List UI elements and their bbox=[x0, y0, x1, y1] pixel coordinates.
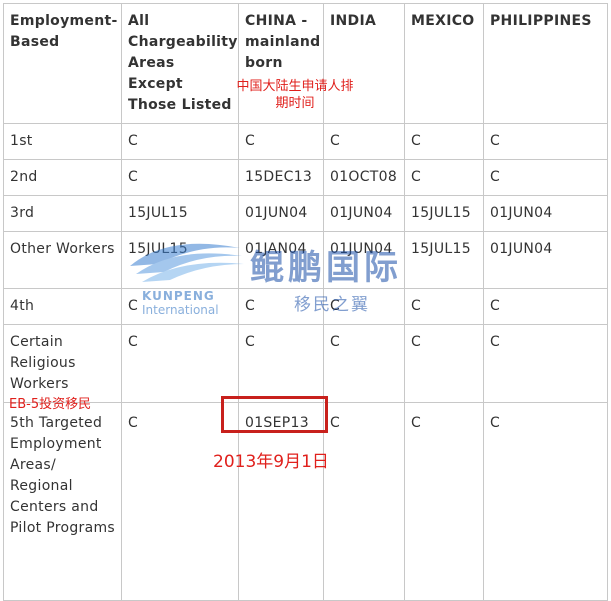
table-row: 2nd C 15DEC13 01OCT08 C C bbox=[3, 159, 608, 196]
cell-mexico: C bbox=[404, 324, 484, 403]
cell-all: C bbox=[121, 288, 239, 325]
cell-mexico: 15JUL15 bbox=[404, 231, 484, 289]
cell-india: 01JUN04 bbox=[323, 195, 405, 232]
row-label: 2nd bbox=[3, 159, 122, 196]
cell-mexico: C bbox=[404, 402, 484, 601]
cell-india: 01OCT08 bbox=[323, 159, 405, 196]
cell-india: C bbox=[323, 402, 405, 601]
cell-philippines: 01JUN04 bbox=[483, 231, 608, 289]
date-annotation: 2013年9月1日 bbox=[213, 452, 329, 472]
cell-all: 15JUL15 bbox=[121, 231, 239, 289]
cell-all: C bbox=[121, 324, 239, 403]
cell-mexico: C bbox=[404, 123, 484, 160]
cell-philippines: C bbox=[483, 402, 608, 601]
cell-china: C bbox=[238, 324, 324, 403]
row-label: 1st bbox=[3, 123, 122, 160]
table-row: 4th C C C C C bbox=[3, 288, 608, 325]
cell-all: C bbox=[121, 159, 239, 196]
cell-all: 15JUL15 bbox=[121, 195, 239, 232]
row-label: Certain Religious Workers bbox=[3, 324, 122, 403]
cell-china: 01JAN04 bbox=[238, 231, 324, 289]
cell-india: 01JUN04 bbox=[323, 231, 405, 289]
table-row: 1st C C C C C bbox=[3, 123, 608, 160]
header-mexico: MEXICO bbox=[404, 3, 484, 124]
cell-philippines: 01JUN04 bbox=[483, 195, 608, 232]
eb5-annotation: EB-5投资移民 bbox=[9, 397, 92, 412]
cell-mexico: C bbox=[404, 159, 484, 196]
cell-philippines: C bbox=[483, 324, 608, 403]
cell-mexico: 15JUL15 bbox=[404, 195, 484, 232]
cell-philippines: C bbox=[483, 123, 608, 160]
table-row: 3rd 15JUL15 01JUN04 01JUN04 15JUL15 01JU… bbox=[3, 195, 608, 232]
cell-india: C bbox=[323, 288, 405, 325]
cell-india: C bbox=[323, 123, 405, 160]
highlight-box bbox=[221, 396, 328, 433]
cell-all: C bbox=[121, 123, 239, 160]
header-all-chargeability: All Chargeability Areas Except Those Lis… bbox=[121, 3, 239, 124]
row-label: 4th bbox=[3, 288, 122, 325]
table-row: Certain Religious Workers C C C C C bbox=[3, 324, 608, 403]
row-label: 3rd bbox=[3, 195, 122, 232]
china-annotation: 中国大陆生申请人排期时间 bbox=[236, 79, 354, 111]
cell-philippines: C bbox=[483, 159, 608, 196]
cell-china: C bbox=[238, 288, 324, 325]
cell-china: 01JUN04 bbox=[238, 195, 324, 232]
header-philippines: PHILIPPINES bbox=[483, 3, 608, 124]
cell-mexico: C bbox=[404, 288, 484, 325]
cell-china: 15DEC13 bbox=[238, 159, 324, 196]
row-label: Other Workers bbox=[3, 231, 122, 289]
cell-china: C bbox=[238, 123, 324, 160]
row-label: 5th Targeted Employment Areas/ Regional … bbox=[3, 402, 122, 601]
cell-india: C bbox=[323, 324, 405, 403]
table-row: Other Workers 15JUL15 01JAN04 01JUN04 15… bbox=[3, 231, 608, 289]
header-employment-based: Employment-Based bbox=[3, 3, 122, 124]
cell-philippines: C bbox=[483, 288, 608, 325]
